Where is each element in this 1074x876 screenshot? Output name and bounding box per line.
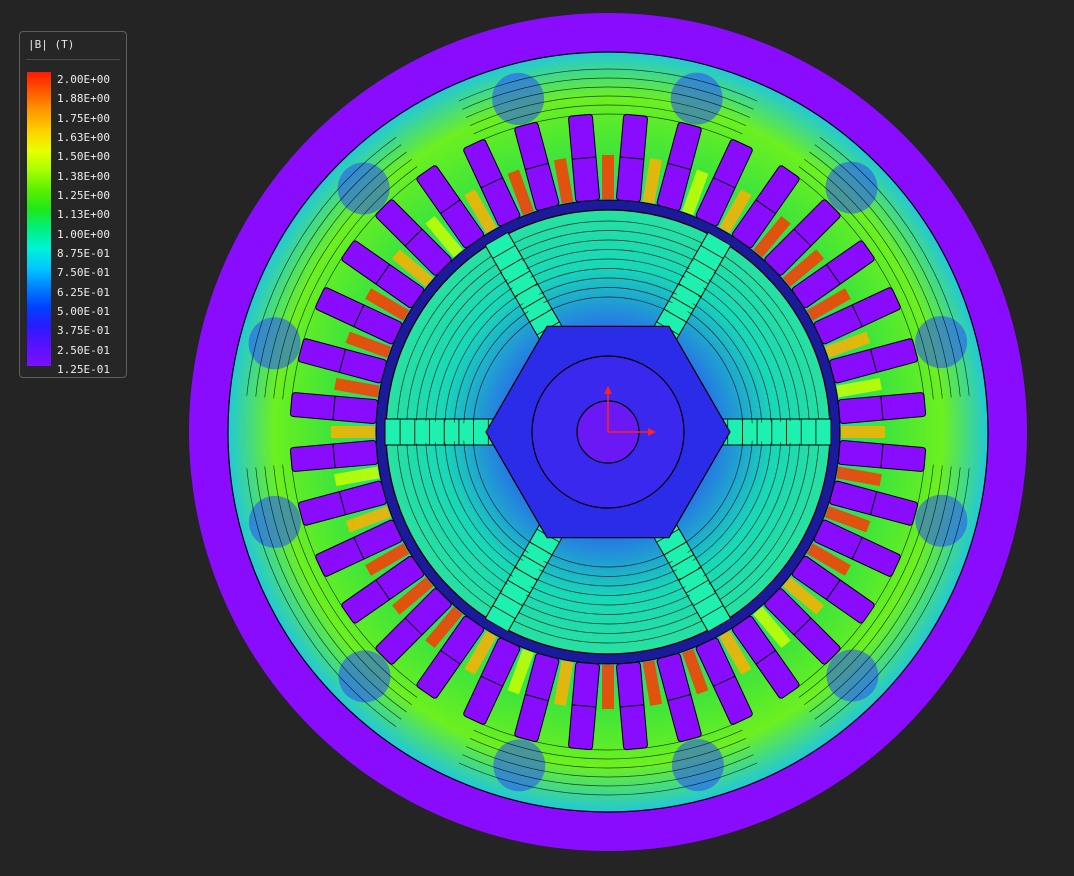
motor-cross-section [189, 13, 1027, 851]
stator-tooth-highlight [602, 155, 614, 199]
stator-tooth-highlight [841, 426, 885, 438]
stator-tooth-highlight [331, 426, 375, 438]
flux-density-plot[interactable] [0, 0, 1074, 876]
stator-tooth-highlight [602, 665, 614, 709]
